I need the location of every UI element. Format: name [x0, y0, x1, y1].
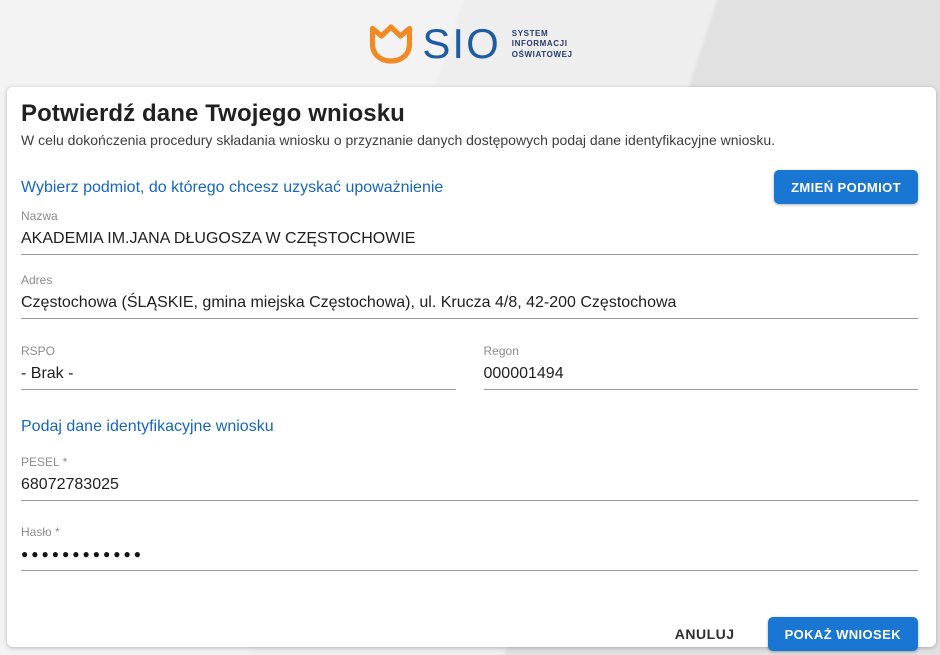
logo-caption-line: INFORMACJI — [512, 39, 573, 50]
field-nazwa-label: Nazwa — [21, 210, 918, 222]
password-input[interactable] — [21, 545, 918, 564]
pesel-input[interactable] — [21, 475, 918, 494]
field-regon-value: 000001494 — [484, 364, 919, 383]
cancel-button[interactable]: ANULUJ — [675, 626, 735, 642]
app-header: SIO SYSTEM INFORMACJI OŚWIATOWEJ — [0, 0, 940, 87]
entity-section-header: Wybierz podmiot, do którego chcesz uzysk… — [21, 170, 918, 204]
change-entity-button[interactable]: ZMIEŃ PODMIOT — [774, 170, 918, 204]
sio-logo: SIO SYSTEM INFORMACJI OŚWIATOWEJ — [367, 21, 572, 67]
page-title: Potwierdź dane Twojego wniosku — [21, 100, 918, 128]
field-nazwa: Nazwa AKADEMIA IM.JANA DŁUGOSZA W CZĘSTO… — [21, 210, 918, 255]
field-adres: Adres Częstochowa (ŚLĄSKIE, gmina miejsk… — [21, 274, 918, 319]
credentials-section-heading: Podaj dane identyfikacyjne wniosku — [21, 417, 918, 436]
open-book-icon — [367, 19, 415, 67]
field-regon: Regon 000001494 — [484, 345, 919, 390]
field-rspo-value: - Brak - — [21, 364, 456, 383]
page-subtitle: W celu dokończenia procedury składania w… — [21, 132, 918, 148]
logo-sio-text: SIO — [422, 23, 500, 65]
field-haslo-label: Hasło * — [21, 526, 918, 538]
field-nazwa-value: AKADEMIA IM.JANA DŁUGOSZA W CZĘSTOCHOWIE — [21, 229, 918, 248]
field-regon-label: Regon — [484, 345, 919, 357]
logo-caption-line: OŚWIATOWEJ — [512, 50, 573, 61]
confirmation-card: Potwierdź dane Twojego wniosku W celu do… — [7, 87, 936, 647]
field-adres-label: Adres — [21, 274, 918, 286]
field-rspo-label: RSPO — [21, 345, 456, 357]
show-application-button[interactable]: POKAŻ WNIOSEK — [768, 617, 918, 651]
field-pesel: PESEL * — [21, 456, 918, 501]
field-adres-value: Częstochowa (ŚLĄSKIE, gmina miejska Częs… — [21, 293, 918, 312]
entity-section-heading: Wybierz podmiot, do którego chcesz uzysk… — [21, 178, 443, 197]
logo-caption: SYSTEM INFORMACJI OŚWIATOWEJ — [512, 27, 573, 61]
logo-caption-line: SYSTEM — [512, 29, 573, 40]
field-haslo: Hasło * — [21, 526, 918, 571]
field-pesel-label: PESEL * — [21, 456, 918, 468]
field-rspo: RSPO - Brak - — [21, 345, 456, 390]
rspo-regon-row: RSPO - Brak - Regon 000001494 — [21, 345, 918, 390]
actions-row: ANULUJ POKAŻ WNIOSEK — [21, 617, 918, 651]
